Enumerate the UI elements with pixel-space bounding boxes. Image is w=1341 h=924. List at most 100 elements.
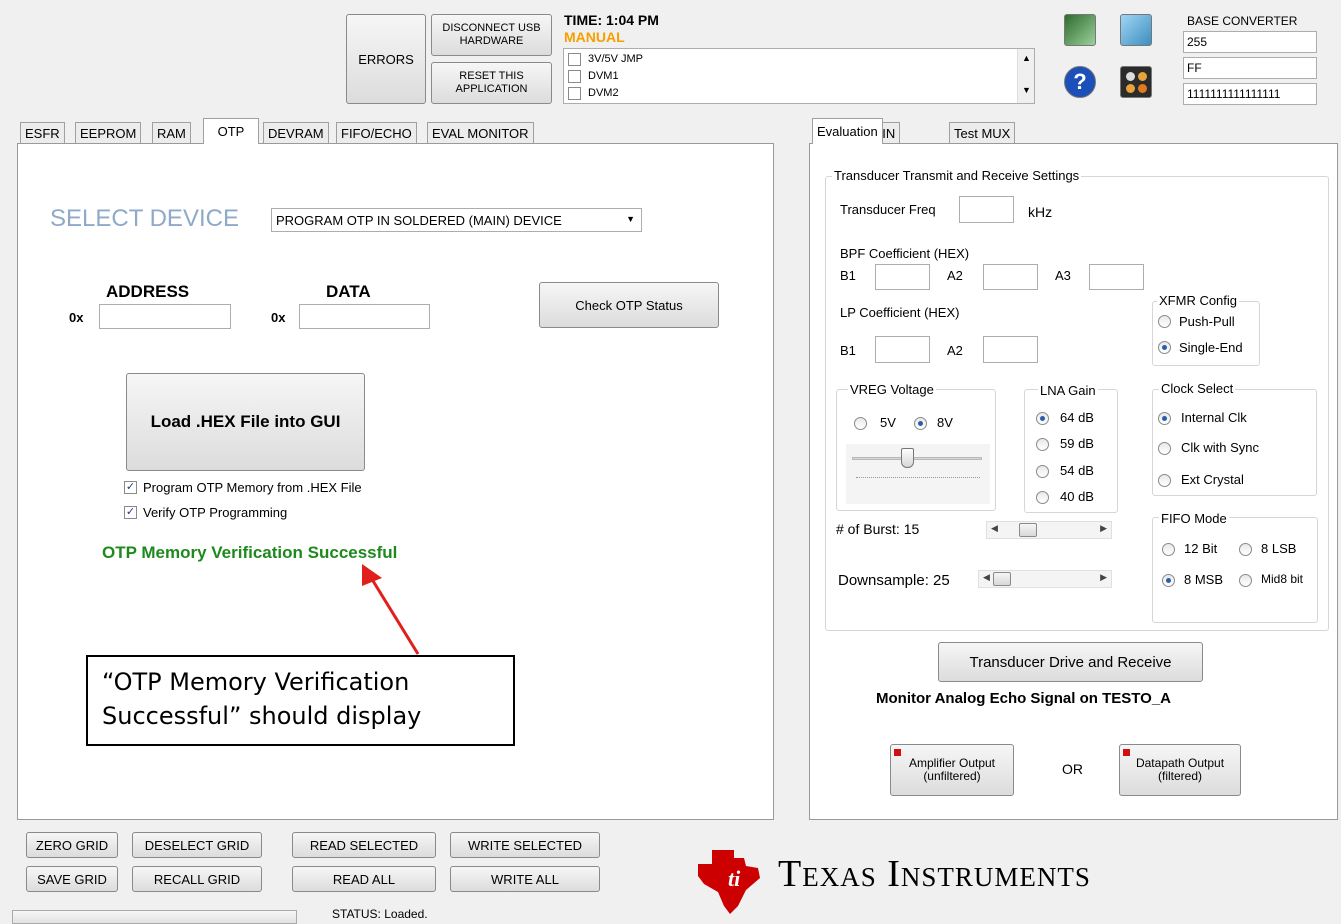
tab-test-mux[interactable]: Test MUX — [949, 122, 1016, 144]
help-icon[interactable]: ? — [1064, 66, 1096, 98]
address-input[interactable] — [99, 304, 231, 329]
tab-fifo-echo[interactable]: FIFO/ECHO — [336, 122, 417, 144]
load-hex-button[interactable]: Load .HEX File into GUI — [126, 373, 365, 471]
disconnect-usb-button[interactable]: DISCONNECT USB HARDWARE — [431, 14, 552, 56]
clock-crystal-radio[interactable] — [1158, 474, 1171, 487]
scroll-left-icon[interactable]: ◀ — [983, 572, 990, 583]
read-selected-button[interactable]: READ SELECTED — [292, 832, 436, 858]
base-converter-hex-field[interactable]: FF — [1183, 57, 1317, 79]
tab-devram[interactable]: DEVRAM — [263, 122, 329, 144]
fifo-8msb-radio[interactable] — [1162, 574, 1175, 587]
verification-message: OTP Memory Verification Successful — [102, 543, 398, 562]
mode-label: MANUAL — [564, 29, 625, 45]
write-selected-button[interactable]: WRITE SELECTED — [450, 832, 600, 858]
callout-text: “OTP Memory Verification Successful” sho… — [102, 668, 422, 730]
tab-esfr[interactable]: ESFR — [20, 122, 65, 144]
transducer-freq-input[interactable] — [959, 196, 1014, 223]
vreg-slider[interactable] — [846, 444, 990, 504]
lp-b1-input[interactable] — [875, 336, 930, 363]
burst-thumb[interactable] — [1019, 523, 1037, 537]
list-checkbox[interactable] — [568, 53, 581, 66]
data-prefix: 0x — [271, 310, 286, 325]
select-device-dropdown[interactable]: PROGRAM OTP IN SOLDERED (MAIN) DEVICE ▼ — [271, 208, 642, 232]
save-grid-button[interactable]: SAVE GRID — [26, 866, 118, 892]
clock-internal-radio[interactable] — [1158, 412, 1171, 425]
vreg-8v-radio[interactable] — [914, 417, 927, 430]
vreg-5v-radio[interactable] — [854, 417, 867, 430]
bpf-a3-input[interactable] — [1089, 264, 1144, 290]
slider-thumb[interactable] — [901, 448, 914, 468]
lna-40db-label: 40 dB — [1060, 489, 1094, 504]
verify-otp-checkbox[interactable]: ✓ — [124, 506, 137, 519]
burst-label: # of Burst: 15 — [836, 521, 920, 537]
check-otp-status-button[interactable]: Check OTP Status — [539, 282, 719, 328]
list-checkbox[interactable] — [568, 70, 581, 83]
scroll-down-icon[interactable]: ▼ — [1022, 85, 1031, 95]
fifo-group — [1152, 517, 1318, 623]
lna-54db-radio[interactable] — [1036, 465, 1049, 478]
reset-application-button[interactable]: RESET THIS APPLICATION — [431, 62, 552, 104]
vreg-title: VREG Voltage — [848, 382, 936, 397]
lna-59db-radio[interactable] — [1036, 438, 1049, 451]
burst-scrollbar[interactable]: ◀ ▶ — [986, 521, 1112, 539]
write-all-button[interactable]: WRITE ALL — [450, 866, 600, 892]
clock-sync-radio[interactable] — [1158, 442, 1171, 455]
calculator-icon[interactable] — [1120, 66, 1152, 98]
callout-box: “OTP Memory Verification Successful” sho… — [86, 655, 515, 746]
fifo-8lsb-label: 8 LSB — [1261, 541, 1297, 556]
scroll-right-icon[interactable]: ▶ — [1100, 523, 1107, 534]
tab-eval-monitor[interactable]: EVAL MONITOR — [427, 122, 534, 144]
hardware-list[interactable]: 3V/5V JMP DVM1 DVM2 ▲ ▼ — [563, 48, 1035, 104]
list-scrollbar[interactable]: ▲ ▼ — [1017, 49, 1034, 103]
downsample-thumb[interactable] — [993, 572, 1011, 586]
recall-grid-button[interactable]: RECALL GRID — [132, 866, 262, 892]
fifo-title: FIFO Mode — [1159, 511, 1229, 526]
otp-panel: SELECT DEVICE PROGRAM OTP IN SOLDERED (M… — [17, 143, 774, 820]
datapath-output-button[interactable]: Datapath Output (filtered) — [1119, 744, 1241, 796]
tab-eeprom[interactable]: EEPROM — [75, 122, 142, 144]
clock-sync-label: Clk with Sync — [1181, 440, 1260, 455]
bpf-b1-input[interactable] — [875, 264, 930, 290]
lna-59db-label: 59 dB — [1060, 436, 1094, 451]
clock-internal-label: Internal Clk — [1181, 410, 1247, 425]
status-indicator-icon — [894, 749, 901, 756]
bpf-a2-input[interactable] — [983, 264, 1038, 290]
list-item-label: DVM2 — [588, 87, 619, 99]
fifo-mid8-radio[interactable] — [1239, 574, 1252, 587]
data-label: DATA — [326, 282, 371, 301]
lna-64db-radio[interactable] — [1036, 412, 1049, 425]
list-checkbox[interactable] — [568, 87, 581, 100]
program-otp-checkbox[interactable]: ✓ — [124, 481, 137, 494]
base-converter-bin-field[interactable]: 1111111111111111 — [1183, 83, 1317, 105]
zero-grid-button[interactable]: ZERO GRID — [26, 832, 118, 858]
lp-a2-input[interactable] — [983, 336, 1038, 363]
errors-button[interactable]: ERRORS — [346, 14, 426, 104]
scroll-up-icon[interactable]: ▲ — [1022, 53, 1031, 63]
fifo-8msb-label: 8 MSB — [1184, 572, 1224, 587]
scroll-right-icon[interactable]: ▶ — [1100, 572, 1107, 583]
circuit-board-icon[interactable] — [1064, 14, 1096, 46]
fifo-8lsb-radio[interactable] — [1239, 543, 1252, 556]
transducer-settings-title: Transducer Transmit and Receive Settings — [832, 168, 1082, 183]
program-otp-label: Program OTP Memory from .HEX File — [143, 480, 362, 495]
fifo-12bit-radio[interactable] — [1162, 543, 1175, 556]
lna-64db-label: 64 dB — [1060, 410, 1094, 425]
data-input[interactable] — [299, 304, 430, 329]
xfmr-push-pull-radio[interactable] — [1158, 315, 1171, 328]
base-converter-dec-field[interactable]: 255 — [1183, 31, 1317, 53]
read-all-button[interactable]: READ ALL — [292, 866, 436, 892]
scroll-left-icon[interactable]: ◀ — [991, 523, 998, 534]
tab-ram[interactable]: RAM — [152, 122, 191, 144]
deselect-grid-button[interactable]: DESELECT GRID — [132, 832, 262, 858]
tab-otp[interactable]: OTP — [203, 118, 259, 144]
address-prefix: 0x — [69, 310, 84, 325]
amplifier-output-button[interactable]: Amplifier Output (unfiltered) — [890, 744, 1014, 796]
evaluation-panel: Transducer Transmit and Receive Settings… — [809, 143, 1338, 820]
tab-evaluation[interactable]: Evaluation — [812, 118, 883, 144]
notepad-icon[interactable] — [1120, 14, 1152, 46]
lna-40db-radio[interactable] — [1036, 491, 1049, 504]
xfmr-single-end-radio[interactable] — [1158, 341, 1171, 354]
xfmr-group — [1152, 301, 1260, 366]
downsample-scrollbar[interactable]: ◀ ▶ — [978, 570, 1112, 588]
transducer-drive-button[interactable]: Transducer Drive and Receive — [938, 642, 1203, 682]
